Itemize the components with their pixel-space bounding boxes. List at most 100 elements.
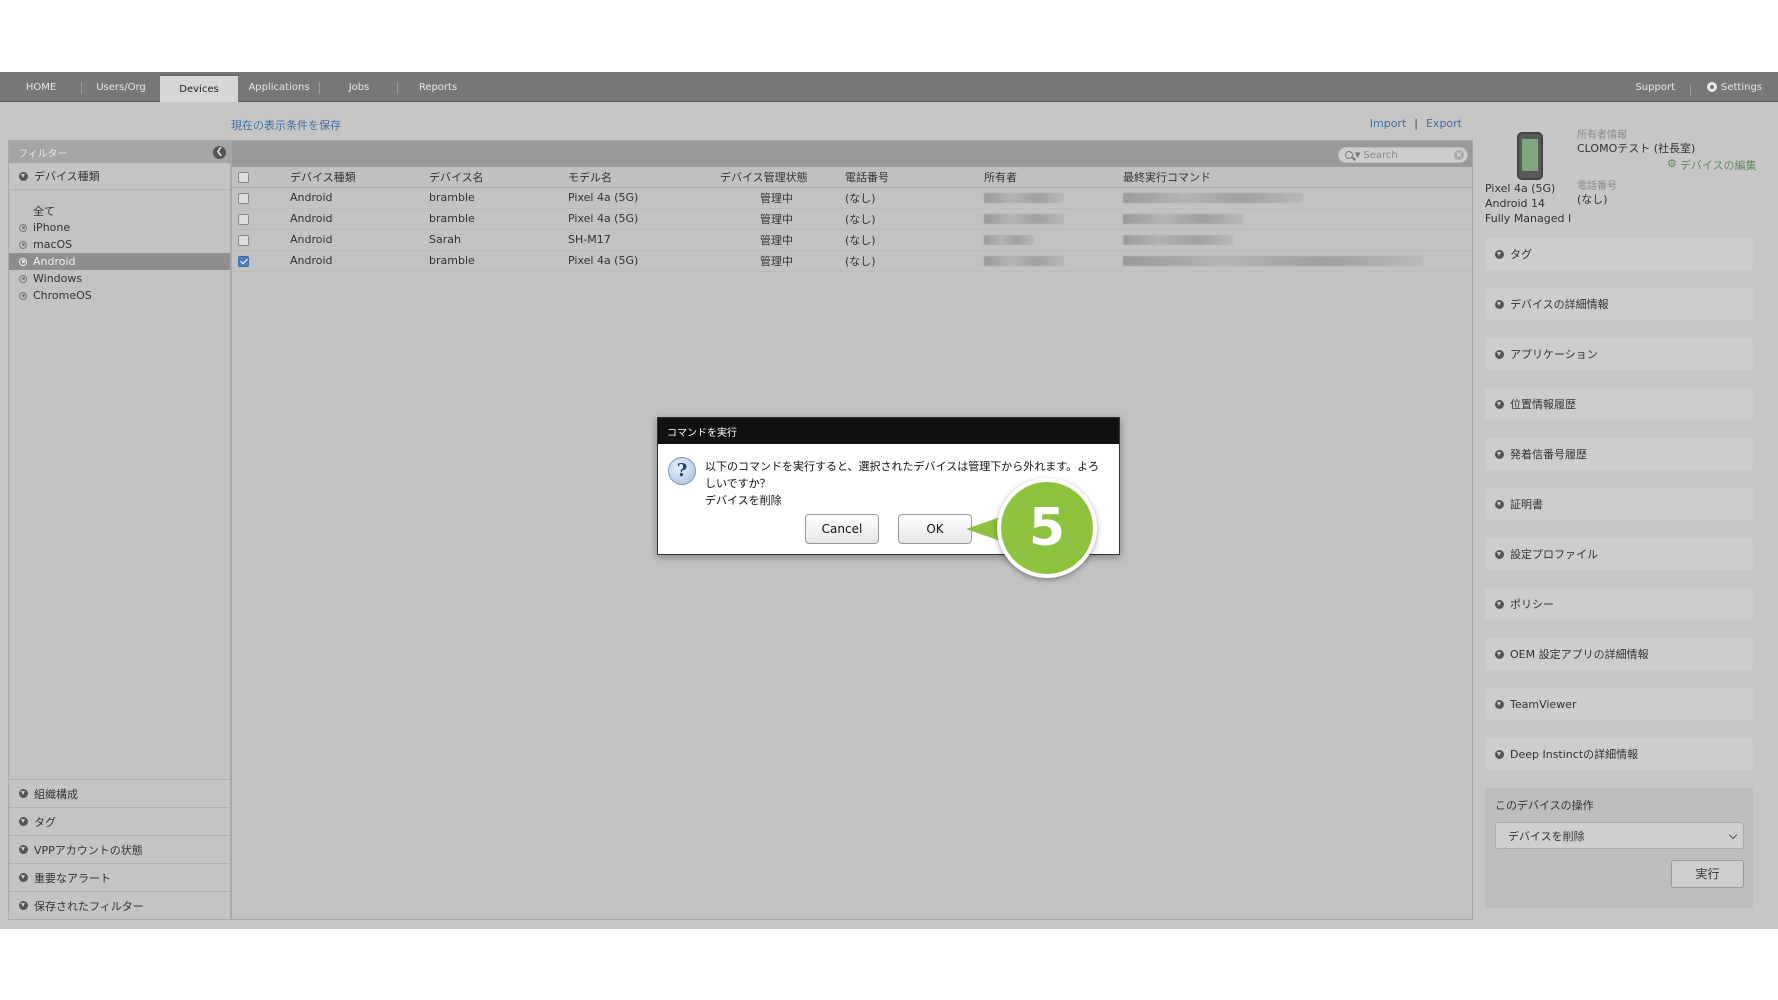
device-table: デバイス種類 デバイス名 モデル名 デバイス管理状態 電話番号 所有者 最終実行… [232,167,1472,272]
section-config-profiles[interactable]: 設定プロファイル [1485,538,1753,570]
edit-device-link[interactable]: ⚙ デバイスの編集 [1667,157,1757,173]
cell-model: Pixel 4a (5G) [562,208,714,230]
export-link[interactable]: Export [1426,117,1462,130]
table-row[interactable]: Android bramble Pixel 4a (5G) 管理中 (なし) [232,187,1472,209]
tab-jobs[interactable]: Jobs [320,72,398,102]
section-oem-config[interactable]: OEM 設定アプリの詳細情報 [1485,638,1753,670]
settings-link[interactable]: Settings [1691,82,1778,93]
cell-model: Pixel 4a (5G) [562,250,714,272]
ok-button[interactable]: OK [898,514,972,544]
search-icon [1345,151,1353,159]
col-phone[interactable]: 電話番号 [839,167,978,188]
section-teamviewer[interactable]: TeamViewer [1485,688,1753,720]
import-link[interactable]: Import [1370,117,1407,130]
search-input[interactable]: ▼ Search × [1338,147,1468,163]
nav-right: Support Settings [1619,72,1778,102]
chevron-down-icon [1495,449,1504,459]
tab-applications[interactable]: Applications [238,72,320,102]
cell-phone: (なし) [839,187,978,209]
section-saved-filters[interactable]: 保存されたフィルター [9,891,230,919]
col-last-command[interactable]: 最終実行コマンド [1117,167,1472,188]
device-type-label: macOS [33,238,73,251]
row-checkbox[interactable] [238,192,249,204]
separator: | [1414,117,1418,130]
device-type-all[interactable]: 全て [9,202,230,219]
section-label: 証明書 [1510,498,1543,511]
section-device-details[interactable]: デバイスの詳細情報 [1485,288,1753,320]
table-row[interactable]: Android bramble Pixel 4a (5G) 管理中 (なし) [232,208,1472,230]
chevron-down-icon [1495,599,1504,609]
col-device-name[interactable]: デバイス名 [423,167,562,188]
owner-value: CLOMOテスト (社長室) [1577,142,1696,155]
cell-type: Android [284,250,423,272]
device-model: Pixel 4a (5G) [1485,182,1556,195]
redacted-block [1123,256,1423,266]
row-checkbox-checked[interactable] [238,255,249,267]
table-row[interactable]: Android Sarah SH-M17 管理中 (なし) [232,229,1472,251]
phone-label: 電話番号 [1577,181,1617,192]
row-checkbox[interactable] [238,234,249,246]
chevron-down-icon [1495,349,1504,359]
cell-status: 管理中 [714,208,839,230]
chevron-down-icon [1728,830,1738,840]
device-detail-panel: 所有者情報 CLOMOテスト (社長室) ⚙ デバイスの編集 電話番号 (なし) … [1480,122,1778,922]
device-type-label: デバイス種類 [34,170,100,183]
execute-button[interactable]: 実行 [1671,860,1744,888]
col-device-type[interactable]: デバイス種類 [284,167,423,188]
radio-icon [19,274,27,283]
tab-users-org[interactable]: Users/Org [82,72,160,102]
operation-select[interactable]: デバイスを削除 [1495,822,1744,849]
redacted-block [1123,235,1233,245]
section-deep-instinct[interactable]: Deep Instinctの詳細情報 [1485,738,1753,770]
radio-icon [19,291,27,300]
tab-home[interactable]: HOME [0,72,82,102]
section-label: 発着信番号履歴 [1510,448,1587,461]
section-location-history[interactable]: 位置情報履歴 [1485,388,1753,420]
collapse-panel-icon[interactable]: ❮ [213,146,226,159]
device-type-section[interactable]: デバイス種類 [9,163,230,190]
col-owner[interactable]: 所有者 [978,167,1117,188]
support-link[interactable]: Support [1619,81,1691,96]
cell-status: 管理中 [714,187,839,209]
clear-icon[interactable]: × [1454,150,1464,160]
tab-reports[interactable]: Reports [398,72,478,102]
section-tag[interactable]: タグ [9,807,230,835]
device-type-iphone[interactable]: iPhone [9,219,230,236]
device-operations: このデバイスの操作 デバイスを削除 実行 [1485,788,1753,908]
cancel-button[interactable]: Cancel [805,514,879,544]
section-call-history[interactable]: 発着信番号履歴 [1485,438,1753,470]
redacted-block [984,193,1064,203]
chevron-down-icon [19,901,28,910]
section-label: OEM 設定アプリの詳細情報 [1510,648,1649,661]
section-tag[interactable]: タグ [1485,238,1753,270]
device-mode: Fully Managed I [1485,212,1572,225]
section-certificates[interactable]: 証明書 [1485,488,1753,520]
section-vpp[interactable]: VPPアカウントの状態 [9,835,230,863]
device-type-label: Android [33,255,76,268]
section-alerts[interactable]: 重要なアラート [9,863,230,891]
section-policy[interactable]: ポリシー [1485,588,1753,620]
support-label: Support [1635,81,1675,93]
section-org[interactable]: 組織構成 [9,779,230,807]
device-type-android[interactable]: Android [9,253,230,270]
tab-devices[interactable]: Devices [160,74,238,102]
chevron-down-icon [1495,749,1504,759]
chevron-down-icon [1495,249,1504,259]
device-type-windows[interactable]: Windows [9,270,230,287]
device-type-chromeos[interactable]: ChromeOS [9,287,230,304]
section-applications[interactable]: アプリケーション [1485,338,1753,370]
table-row[interactable]: Android bramble Pixel 4a (5G) 管理中 (なし) [232,250,1472,272]
redacted-block [984,214,1064,224]
device-type-list: 全て iPhone macOS Android Windows ChromeOS [9,190,230,304]
chevron-down-icon [1495,699,1504,709]
col-model[interactable]: モデル名 [562,167,714,188]
chevron-down-icon [19,817,28,826]
select-all-checkbox[interactable] [238,171,249,183]
save-view-link[interactable]: 現在の表示条件を保存 [231,117,341,133]
chevron-down-icon [19,171,28,181]
row-checkbox[interactable] [238,213,249,225]
chevron-down-icon [1495,549,1504,559]
device-type-macos[interactable]: macOS [9,236,230,253]
select-all-cell [232,167,284,188]
col-status[interactable]: デバイス管理状態 [714,167,839,188]
